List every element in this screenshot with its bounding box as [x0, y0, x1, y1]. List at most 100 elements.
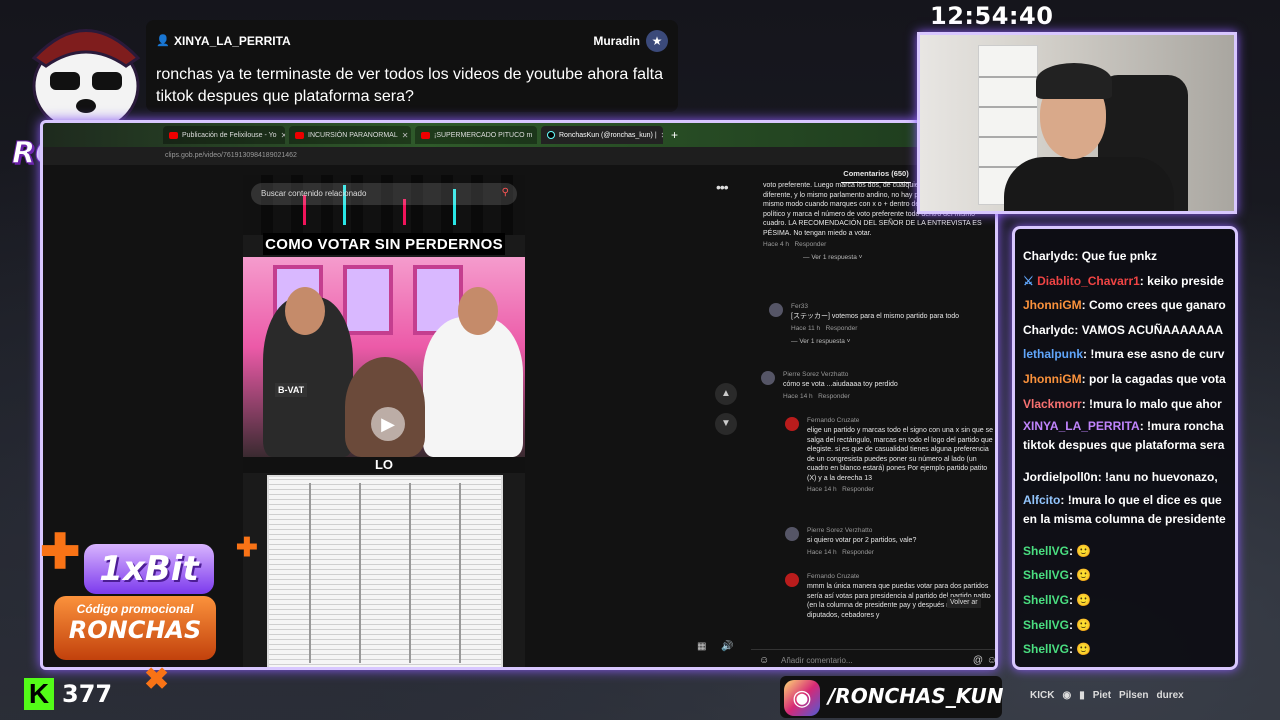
browser-tab[interactable]: INCURSIÓN PARANORMAL ✕ — [289, 126, 411, 144]
instagram-banner: ◉ /RONCHAS_KUN — [780, 676, 1004, 718]
chevron-down-icon[interactable]: ▼ — [715, 413, 737, 435]
comment-time: Hace 14 h — [807, 486, 837, 493]
address-bar[interactable]: clips.gob.pe/video/7619130984189021462 — [43, 147, 995, 165]
browser-tab[interactable]: ¡SUPERMERCADO PITUCO m ✕ — [415, 126, 537, 144]
highlighted-message: 👤 XINYA_LA_PERRITA Muradin ★ ronchas ya … — [146, 20, 678, 112]
comment-author[interactable]: Fernando Cruzate — [807, 417, 995, 424]
comment-author[interactable]: Fernando Cruzate — [807, 573, 995, 580]
browser-tab[interactable]: Publicación de Felixilouse - Yo ✕ — [163, 126, 285, 144]
chat-message: ShellVG: 🙂 — [1023, 593, 1092, 607]
chat-text: 🙂 — [1076, 593, 1092, 607]
tab-label: Publicación de Felixilouse - Yo — [182, 131, 277, 139]
avatar[interactable] — [761, 371, 775, 385]
sponsor-banner: ✚ ✚ ✖ 1xBit Código promocional RONCHAS — [36, 524, 266, 696]
avatar[interactable] — [785, 417, 799, 431]
reply-link[interactable]: Responder — [794, 241, 826, 248]
view-replies-link[interactable]: Ver 1 respuesta — [811, 254, 857, 261]
chat-username[interactable]: Vlackmorr — [1023, 397, 1082, 411]
close-tab-icon[interactable]: ✕ — [661, 131, 663, 140]
comment: Pierre Sorez Verzhatto cómo se vota ...a… — [761, 371, 995, 400]
chat-text: Como crees que ganaro — [1089, 298, 1226, 313]
plus-icon: ✚ — [236, 532, 258, 562]
reply-link[interactable]: Responder — [842, 549, 874, 556]
view-replies-link[interactable]: Ver 1 respuesta — [799, 338, 845, 345]
chat-username[interactable]: ShellVG — [1023, 642, 1069, 656]
youtube-icon — [295, 131, 304, 139]
search-icon[interactable]: ⚲ — [502, 187, 509, 198]
chat-username[interactable]: Diablito_Chavarr1 — [1037, 274, 1140, 288]
avatar[interactable] — [769, 303, 783, 317]
viewer-count-value: 377 — [62, 680, 113, 708]
chat-username[interactable]: Jordielpoll0n — [1023, 470, 1098, 484]
video-title-banner: COMO VOTAR SIN PERDERNOS — [263, 233, 505, 255]
chat-username[interactable]: ShellVG — [1023, 568, 1069, 582]
comment-time: Hace 11 h — [791, 324, 821, 332]
highlight-channel: Muradin — [593, 34, 640, 48]
back-button[interactable]: Volver ar — [947, 597, 981, 608]
mention-icon[interactable]: @ — [973, 655, 983, 666]
scene-label: B-VAT — [275, 383, 308, 397]
captions-icon[interactable]: ▦ — [697, 641, 706, 652]
chevron-up-icon[interactable]: ▲ — [715, 383, 737, 405]
chat-text: 🙂 — [1076, 543, 1092, 558]
browser-tabbar: Publicación de Felixilouse - Yo ✕ INCURS… — [43, 123, 995, 147]
chat-username[interactable]: ShellVG — [1023, 544, 1069, 558]
chat-text: 🙂 — [1076, 642, 1092, 657]
video-player[interactable]: Buscar contenido relacionado ⚲ COMO VOTA… — [243, 175, 525, 667]
chat-username[interactable]: ShellVG — [1023, 618, 1069, 632]
highlight-username: XINYA_LA_PERRITA — [174, 34, 291, 48]
chat-text: !mura ese asno de curv — [1090, 347, 1225, 362]
comment-author[interactable]: Fer33 — [791, 303, 995, 310]
close-tab-icon[interactable]: ✕ — [536, 131, 537, 140]
chat-username[interactable]: XINYA_LA_PERRITA — [1023, 419, 1140, 433]
chat-text: keiko preside — [1147, 273, 1224, 288]
comment-input[interactable]: ☺ Añadir comentario... @ ☺ — [751, 649, 995, 667]
video-search-input[interactable]: Buscar contenido relacionado ⚲ — [251, 183, 517, 205]
chat-username[interactable]: Charlydc — [1023, 249, 1074, 263]
new-tab-button[interactable]: + — [671, 128, 678, 142]
chat-username[interactable]: Alfcito — [1023, 493, 1060, 507]
chat-username[interactable]: lethalpunk — [1023, 347, 1083, 361]
play-icon[interactable]: ▶ — [371, 407, 405, 441]
close-tab-icon[interactable]: ✕ — [402, 131, 409, 140]
comments-panel: Comentarios (650) voto preferente. Luego… — [751, 165, 995, 667]
chat-username[interactable]: Charlydc — [1023, 323, 1074, 337]
pilsen-logo: Pilsen — [1119, 690, 1149, 701]
chat-text: por la cagadas que vota — [1089, 372, 1226, 386]
beanie — [1036, 63, 1112, 99]
chat-username[interactable]: JhonniGM — [1023, 372, 1082, 386]
kick-icon: K — [24, 678, 54, 710]
chat-message: JhonniGM: por la cagadas que vota — [1023, 372, 1226, 386]
cross-icon: ✖ — [144, 663, 170, 696]
comment-text: cómo se vota ...aiudaaaa toy perdido — [783, 381, 898, 388]
comment-author[interactable]: Pierre Sorez Verzhatto — [783, 371, 995, 378]
webcam-feed — [917, 32, 1237, 214]
browser-tab-active[interactable]: RonchasKun (@ronchas_kun) | ✕ — [541, 126, 663, 144]
highlight-message: ronchas ya te terminaste de ver todos lo… — [156, 66, 663, 105]
chat-username[interactable]: JhonniGM — [1023, 298, 1082, 312]
chat-message: Alfcito: !mura lo que el dice es que en … — [1023, 492, 1226, 526]
reply-link[interactable]: Responder — [842, 486, 874, 493]
durex-logo: durex — [1156, 690, 1184, 701]
tiktok-icon — [547, 131, 555, 139]
comment-author[interactable]: Pierre Sorez Verzhatto — [807, 527, 995, 534]
emoji-icon[interactable]: ☺ — [987, 655, 995, 666]
reply-link[interactable]: Responder — [818, 393, 850, 400]
search-placeholder: Buscar contenido relacionado — [261, 189, 367, 198]
more-options-icon[interactable]: ••• — [716, 179, 729, 195]
comment-text: elige un partido y marcas todo el signo … — [807, 427, 994, 482]
volume-icon[interactable]: 🔊 — [721, 641, 733, 652]
chat-text: Que fue pnkz — [1081, 249, 1158, 263]
close-tab-icon[interactable]: ✕ — [281, 131, 285, 140]
avatar[interactable] — [785, 573, 799, 587]
video-caption: LO — [243, 457, 525, 473]
chat-message: ⚔ Diablito_Chavarr1: keiko preside — [1023, 273, 1224, 288]
avatar[interactable] — [785, 527, 799, 541]
tab-label: ¡SUPERMERCADO PITUCO m — [434, 131, 533, 139]
stream-clock: 12:54:40 — [930, 2, 1054, 30]
chat-message: JhonniGM: Como crees que ganaro — [1023, 298, 1226, 313]
plus-icon: ✚ — [40, 526, 81, 579]
reply-link[interactable]: Responder — [826, 325, 858, 332]
promo-label: Código promocional — [76, 602, 194, 616]
chat-username[interactable]: ShellVG — [1023, 593, 1069, 607]
